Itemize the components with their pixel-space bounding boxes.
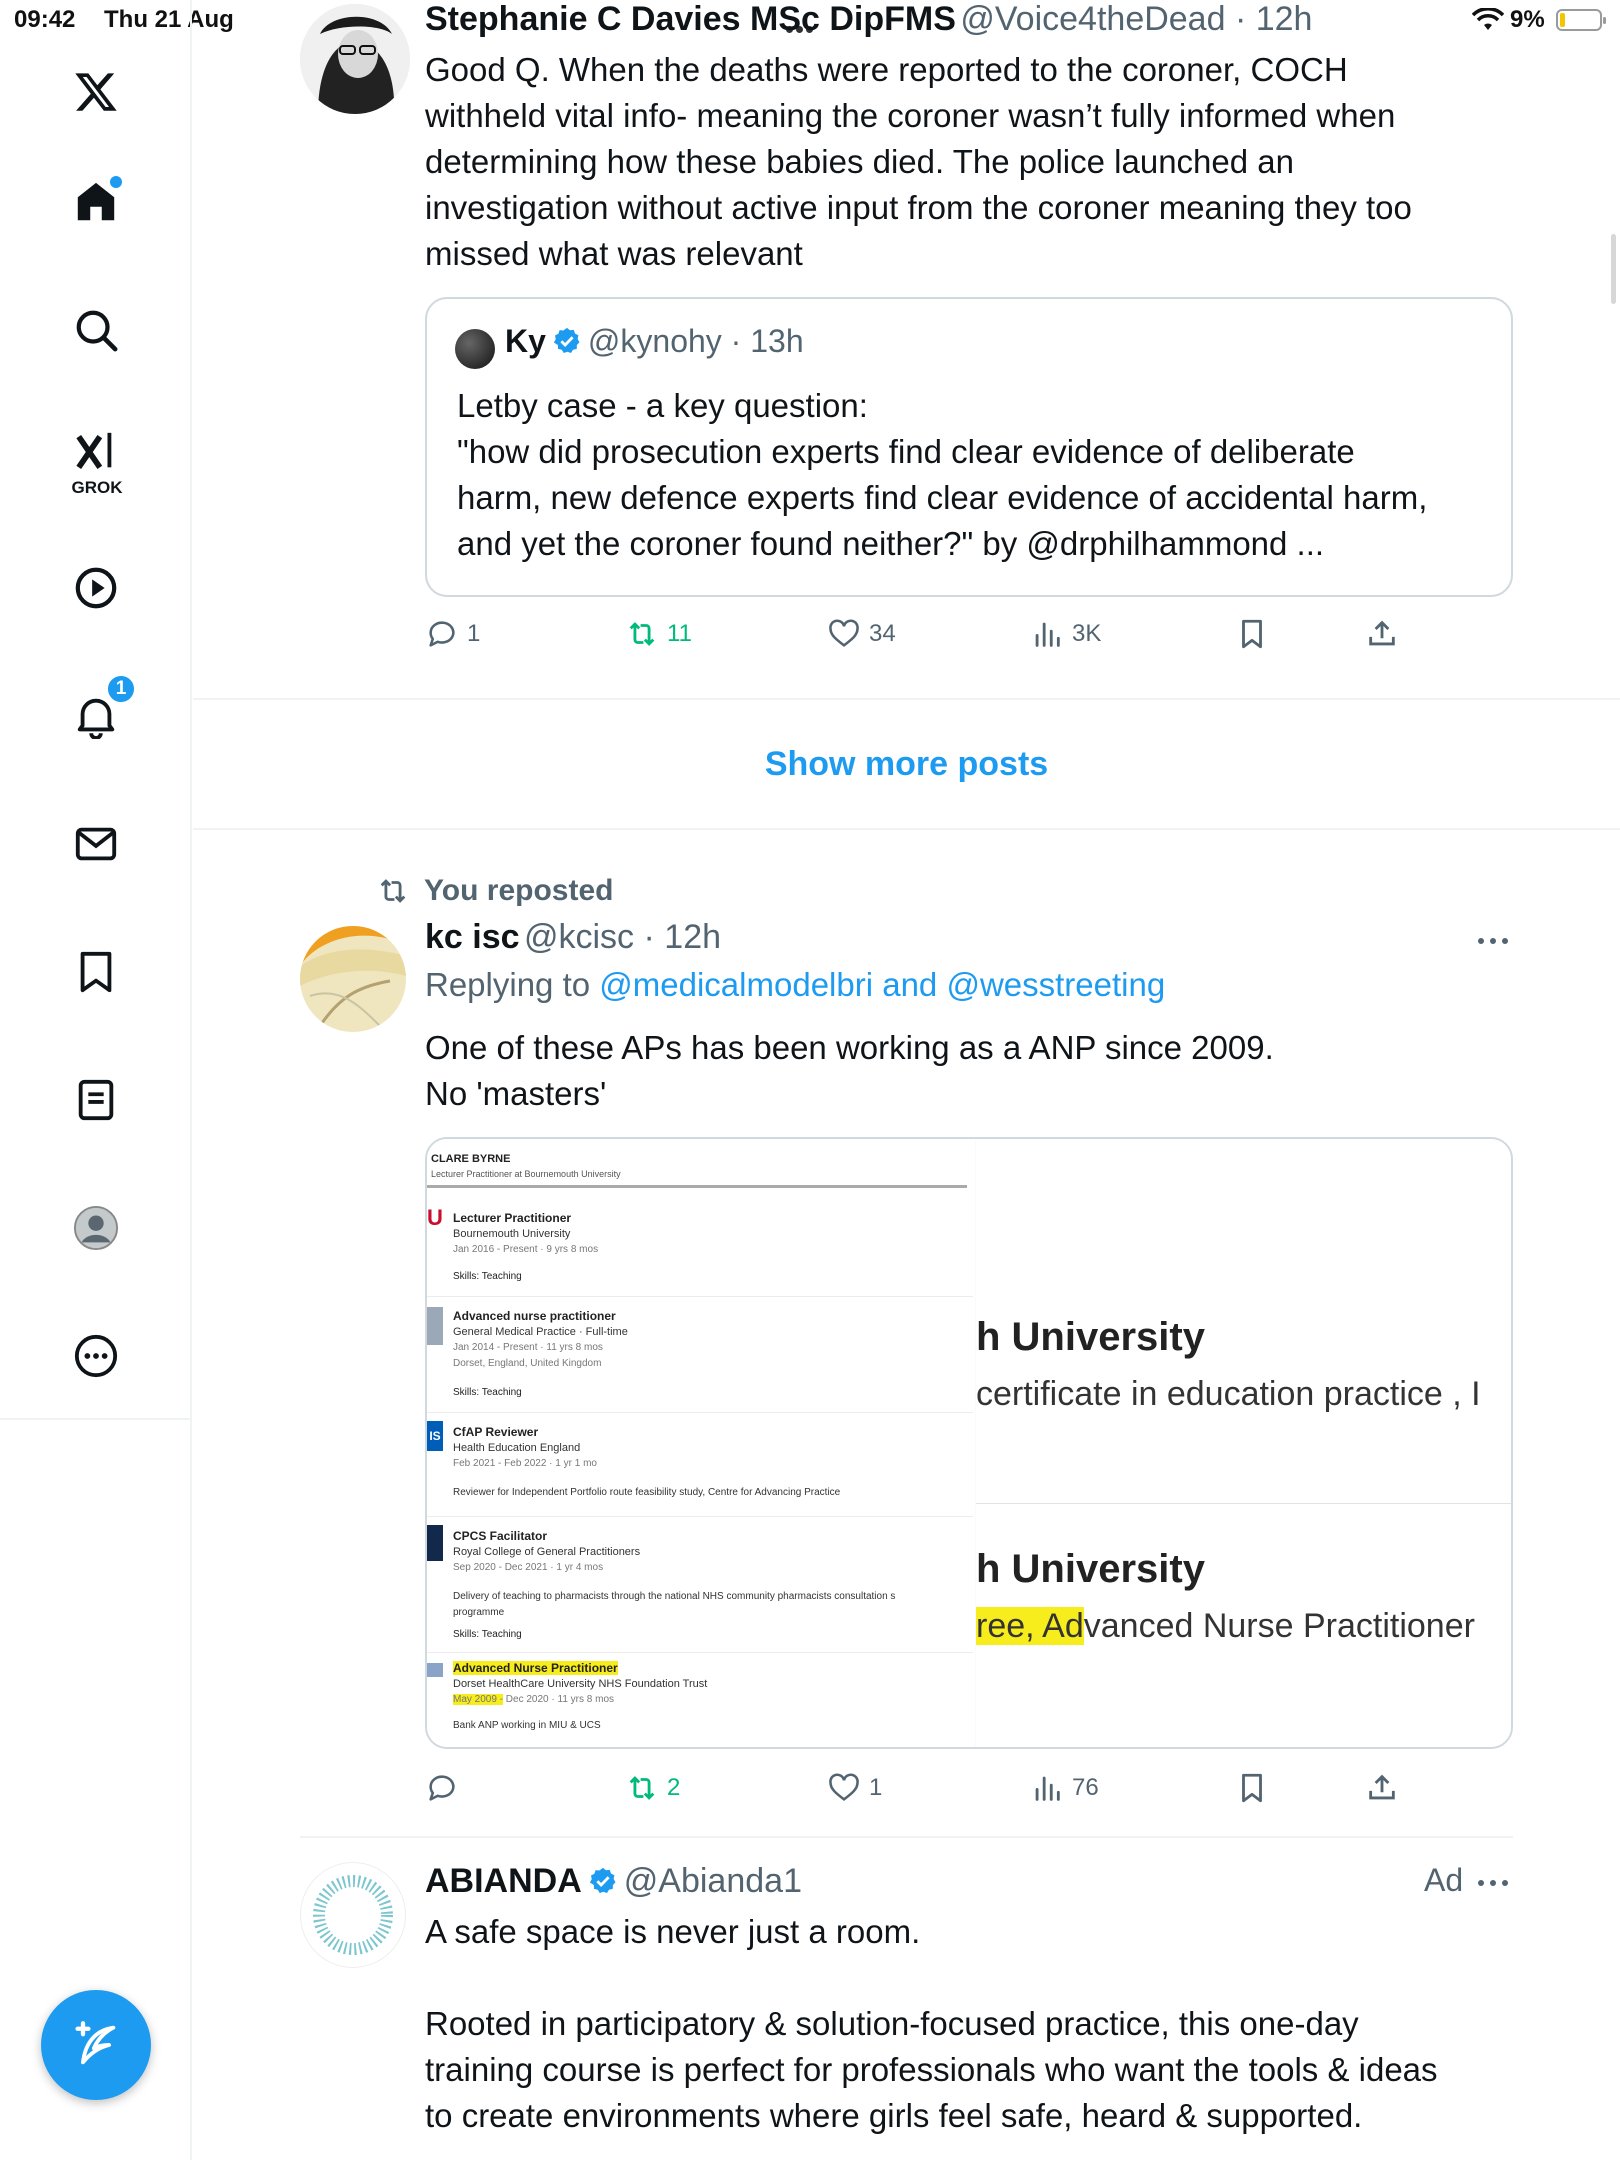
divider [193,828,1620,830]
bookmark-button[interactable] [1235,1766,1277,1810]
repost-label[interactable]: You reposted [424,874,613,908]
experience-entry: Advanced Nurse Practitioner Dorset Healt… [427,1653,973,1747]
verified-badge-icon [589,1867,616,1893]
post-actions: 1 11 34 3K [425,612,1435,656]
home-icon[interactable] [66,172,126,232]
quoted-author-avatar [455,329,495,369]
linkedin-screenshot: CLARE BYRNE Lecturer Practitioner at Bou… [427,1139,975,1747]
replying-to: Replying to @medicalmodelbri and @wesstr… [425,966,1166,1003]
dorset-nhs-logo-icon [427,1663,443,1677]
more-options-icon[interactable] [66,1326,126,1386]
feather-plus-icon [75,2021,116,2065]
more-options-icon[interactable] [1478,936,1512,946]
replying-to-links[interactable]: @medicalmodelbri and @wesstreeting [599,966,1165,1003]
author-avatar[interactable] [300,926,406,1032]
author-handle[interactable]: @Abianda1 [624,1862,802,1900]
show-more-posts-row[interactable]: Show more posts [193,700,1620,828]
messages-envelope-icon[interactable] [66,814,126,874]
notifications-badge: 1 [106,674,136,704]
education-screenshot: h University certificate in education pr… [975,1139,1511,1747]
grok-icon[interactable] [66,422,126,482]
experience-entry: CPCS Facilitator Royal College of Genera… [427,1517,973,1653]
video-play-icon[interactable] [66,558,126,618]
repost-indicator: You reposted [376,874,613,908]
heart-icon [829,1773,859,1801]
notifications-bell-icon[interactable]: 1 [66,674,136,746]
quoted-post-time: 13h [750,323,804,359]
reply-button[interactable] [425,1766,467,1810]
author-handle[interactable]: @Voice4theDead [960,0,1225,38]
author-avatar[interactable] [300,4,410,114]
bookmark-button[interactable] [1235,612,1277,656]
share-upload-icon [1369,1774,1395,1800]
quoted-author-handle: @kynohy [587,323,722,359]
ad-label: Ad [1424,1862,1464,1898]
sidebar-nav: GROK 1 [0,0,192,2160]
reply-button[interactable]: 1 [425,612,480,656]
views-bar-chart-icon [1035,1776,1060,1801]
author-handle[interactable]: @kcisc [524,918,634,956]
like-button[interactable]: 1 [827,1766,882,1810]
like-button[interactable]: 34 [827,612,896,656]
views-button[interactable]: 3K [1030,612,1101,656]
repost-icon [380,879,406,903]
bookmark-icon [1242,619,1262,649]
show-more-posts-link[interactable]: Show more posts [765,745,1048,784]
share-button[interactable] [1365,1766,1407,1810]
post-text: One of these APs has been working as a A… [425,1029,1274,1112]
battery-percent: 9% [1510,6,1545,33]
home-unread-dot [110,176,122,188]
rcgp-logo-icon [427,1525,443,1561]
repost-icon [629,622,655,646]
nhs-logo-icon: IS [427,1421,443,1451]
post-time[interactable]: 12h [1256,0,1313,38]
views-button[interactable]: 76 [1030,1766,1099,1810]
share-upload-icon [1369,620,1395,646]
experience-entry: U Lecturer Practitioner Bournemouth Univ… [427,1199,973,1297]
x-logo-icon[interactable] [66,62,126,122]
author-name[interactable]: kc isc [425,918,520,956]
quoted-post-text: Letby case - a key question: "how did pr… [457,387,1428,562]
heart-icon [829,619,859,647]
post-text: Good Q. When the deaths were reported to… [425,51,1412,272]
repost-button[interactable]: 2 [625,1766,680,1810]
experience-entry: Advanced nurse practitioner General Medi… [427,1297,973,1413]
reply-bubble-icon [429,1775,455,1801]
lists-icon[interactable] [66,1070,126,1130]
author-name[interactable]: ABIANDA [425,1862,582,1900]
post-text: A safe space is never just a room. Roote… [425,1913,1438,2134]
grok-label: GROK [71,478,123,497]
post-time[interactable]: 12h [664,918,721,956]
sidebar-divider [0,1418,192,1420]
compose-post-button[interactable] [41,1990,151,2100]
reply-bubble-icon [429,621,455,647]
author-name[interactable]: Stephanie C Davies MSc DipFMS [425,0,956,38]
repost-icon [629,1776,655,1800]
quoted-post[interactable]: Ky @kynohy · 13h Letby case - a key quest… [425,297,1513,597]
post-image[interactable]: CLARE BYRNE Lecturer Practitioner at Bou… [425,1137,1513,1749]
bournemouth-logo-icon: U [427,1205,443,1230]
gp-logo-icon [427,1307,443,1345]
experience-entry: IS CfAP Reviewer Health Education Englan… [427,1413,973,1517]
share-button[interactable] [1365,612,1407,656]
divider [300,1836,1513,1838]
bookmarks-icon[interactable] [66,942,126,1002]
bookmark-icon [1242,1773,1262,1803]
verified-badge-icon [553,327,580,353]
profile-avatar-icon[interactable] [66,1198,126,1258]
views-bar-chart-icon [1035,622,1060,647]
repost-button[interactable]: 11 [625,612,692,656]
quoted-author-name: Ky [505,323,546,359]
post-actions: 2 1 76 [425,1766,1435,1810]
scrollbar[interactable] [1611,234,1616,304]
more-options-icon[interactable] [1478,1878,1512,1888]
author-avatar[interactable] [300,1862,406,1968]
wifi-icon [1471,7,1505,39]
battery-icon [1556,9,1606,31]
search-icon[interactable] [66,300,126,360]
